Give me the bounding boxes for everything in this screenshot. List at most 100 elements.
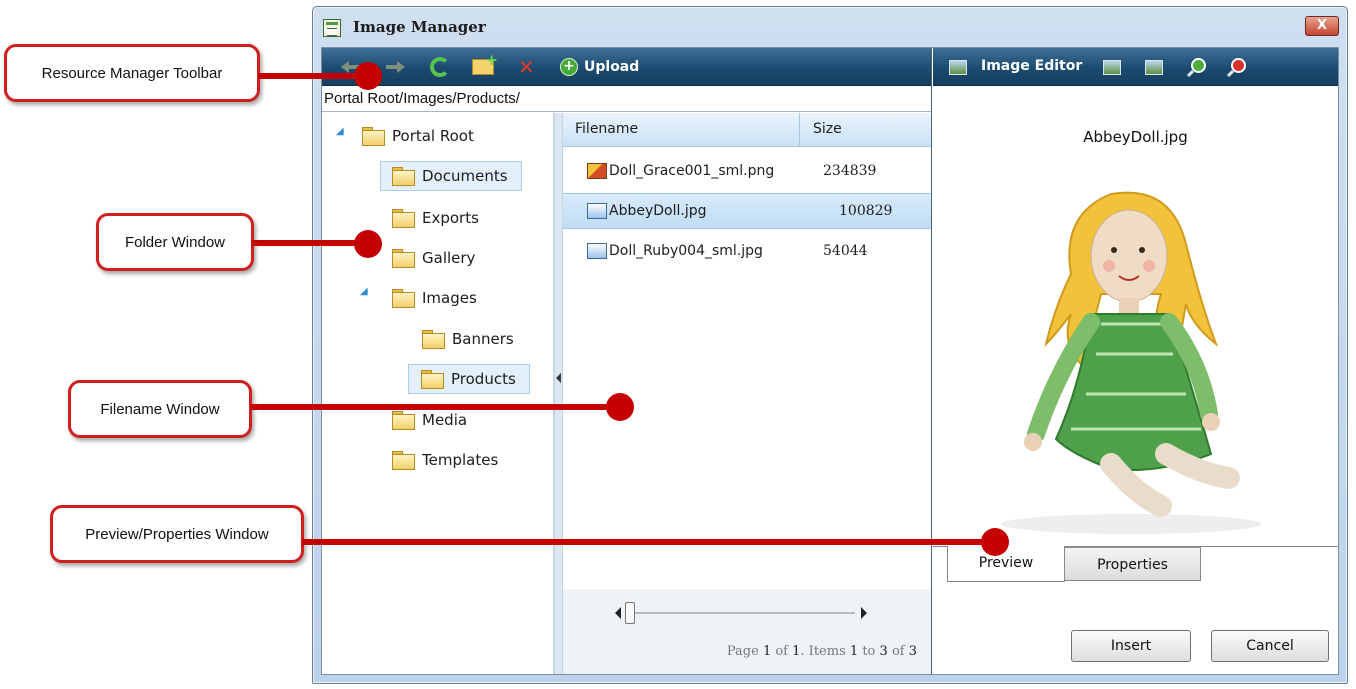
refresh-icon [430,57,450,77]
new-folder-button[interactable] [472,51,498,77]
file-name: Doll_Grace001_sml.png [609,163,775,179]
image-editor-label[interactable]: Image Editor [981,58,1082,74]
window-title: Image Manager [353,18,486,36]
delete-icon: ✕ [518,55,535,79]
zoom-in-icon[interactable] [1191,58,1206,73]
folder-icon [392,167,415,186]
preview-properties-window: Image Editor AbbeyDoll.jpg Preview Prope… [933,48,1338,674]
pager-total: 3 [908,644,917,659]
resource-manager-pane: ✕ + Upload Portal Root/Images/Products/ … [322,48,932,674]
doll-preview-image [961,154,1281,540]
callout-leader-line [250,404,620,410]
grid-pager: Page 1 of 1. Items 1 to 3 of 3 [563,634,931,674]
close-button[interactable]: X [1305,16,1339,36]
folder-icon [392,289,415,308]
folder-item-exports[interactable]: Exports [392,203,479,233]
callout-dot [606,393,634,421]
pager-text: of [775,644,788,659]
folder-item-templates[interactable]: Templates [392,445,498,475]
collapse-arrow-icon[interactable] [556,373,561,383]
folder-label: Gallery [422,249,476,267]
folder-label: Banners [452,330,514,348]
jpg-file-icon [587,203,607,219]
table-row[interactable]: Doll_Ruby004_sml.jpg 54044 [563,233,931,269]
callout-dot [981,528,1009,556]
folder-icon [421,370,444,389]
callout-folder-window: Folder Window [96,213,254,271]
column-header-size[interactable]: Size [813,121,842,137]
callout-leader-line [302,539,994,545]
callout-dot [354,62,382,90]
window-app-icon [323,19,341,37]
pager-page: 1 [762,644,772,659]
upload-label: Upload [584,59,640,75]
pager-text: . Items [800,644,846,659]
folder-window: ◢ Portal Root Documents Exports ▷ [322,113,554,674]
pane-splitter[interactable] [554,113,563,674]
crop-image-icon[interactable] [1145,60,1163,75]
callout-filename-window: Filename Window [68,380,252,438]
callout-leader-line [252,240,366,246]
tab-preview[interactable]: Preview [947,546,1065,582]
pager-text: to [862,644,876,659]
pager-text: of [891,644,905,659]
column-divider[interactable] [799,113,800,147]
preview-filename: AbbeyDoll.jpg [1083,128,1188,146]
scroll-left-arrow-icon[interactable] [615,607,621,619]
resize-image-icon[interactable] [1103,60,1121,75]
folder-item-products[interactable]: Products [408,364,530,394]
table-row[interactable]: Doll_Grace001_sml.png 234839 [563,153,931,189]
expand-portal-root-icon[interactable]: ◢ [336,126,344,137]
cancel-button[interactable]: Cancel [1211,630,1329,662]
callout-preview-properties-window: Preview/Properties Window [50,505,304,563]
folder-icon [362,127,385,146]
forward-button[interactable] [384,57,406,77]
folder-label: Portal Root [392,127,474,145]
pager-text: Page [726,644,759,659]
folder-icon [392,411,415,430]
expand-images-icon[interactable]: ◢ [360,286,368,297]
upload-icon: + [560,58,578,76]
insert-button[interactable]: Insert [1071,630,1191,662]
folder-label: Images [422,289,477,307]
zoom-out-icon[interactable] [1231,58,1246,73]
folder-icon [392,249,415,268]
table-row[interactable]: AbbeyDoll.jpg 100829 [563,193,931,229]
title-bar[interactable]: Image Manager X [313,7,1347,47]
delete-button[interactable]: ✕ [518,57,535,77]
resource-manager-toolbar: ✕ + Upload [322,48,931,86]
folder-icon [392,451,415,470]
folder-item-documents[interactable]: Documents [380,161,522,191]
folder-item-banners[interactable]: Banners [422,324,514,354]
folder-label: Products [451,370,516,388]
upload-button[interactable]: + Upload [560,57,639,77]
folder-label: Documents [422,167,508,185]
new-folder-icon [472,51,498,75]
pager-from: 1 [849,644,859,659]
scroll-track[interactable] [627,612,855,614]
callout-resource-manager-toolbar: Resource Manager Toolbar [4,44,260,102]
jpg-file-icon [587,243,607,259]
scroll-right-arrow-icon[interactable] [861,607,867,619]
folder-label: Media [422,411,468,429]
tab-properties[interactable]: Properties [1064,547,1201,581]
pager-status: Page 1 of 1. Items 1 to 3 of 3 [727,644,917,659]
grid-header: Filename Size [563,113,931,147]
png-file-icon [587,163,607,179]
file-name: Doll_Ruby004_sml.jpg [609,243,763,259]
folder-item-gallery[interactable]: Gallery [392,243,475,273]
file-size: 54044 [823,243,868,259]
folder-item-images[interactable]: Images [392,283,477,313]
folder-icon [422,330,445,349]
folder-label: Templates [422,451,499,469]
refresh-button[interactable] [430,57,450,77]
image-editor-icon[interactable] [949,60,967,75]
current-path: Portal Root/Images/Products/ [322,86,931,112]
horizontal-scrollbar[interactable] [563,589,931,634]
screenshot-stage: Image Manager X + ✕ + Upload Portal Root… [0,0,1356,689]
scroll-thumb[interactable] [625,602,635,624]
column-header-filename[interactable]: Filename [575,121,638,137]
file-name: AbbeyDoll.jpg [609,203,707,219]
folder-item-portal-root[interactable]: Portal Root [362,121,474,151]
dialog-client-area: ✕ + Upload Portal Root/Images/Products/ … [321,47,1339,675]
